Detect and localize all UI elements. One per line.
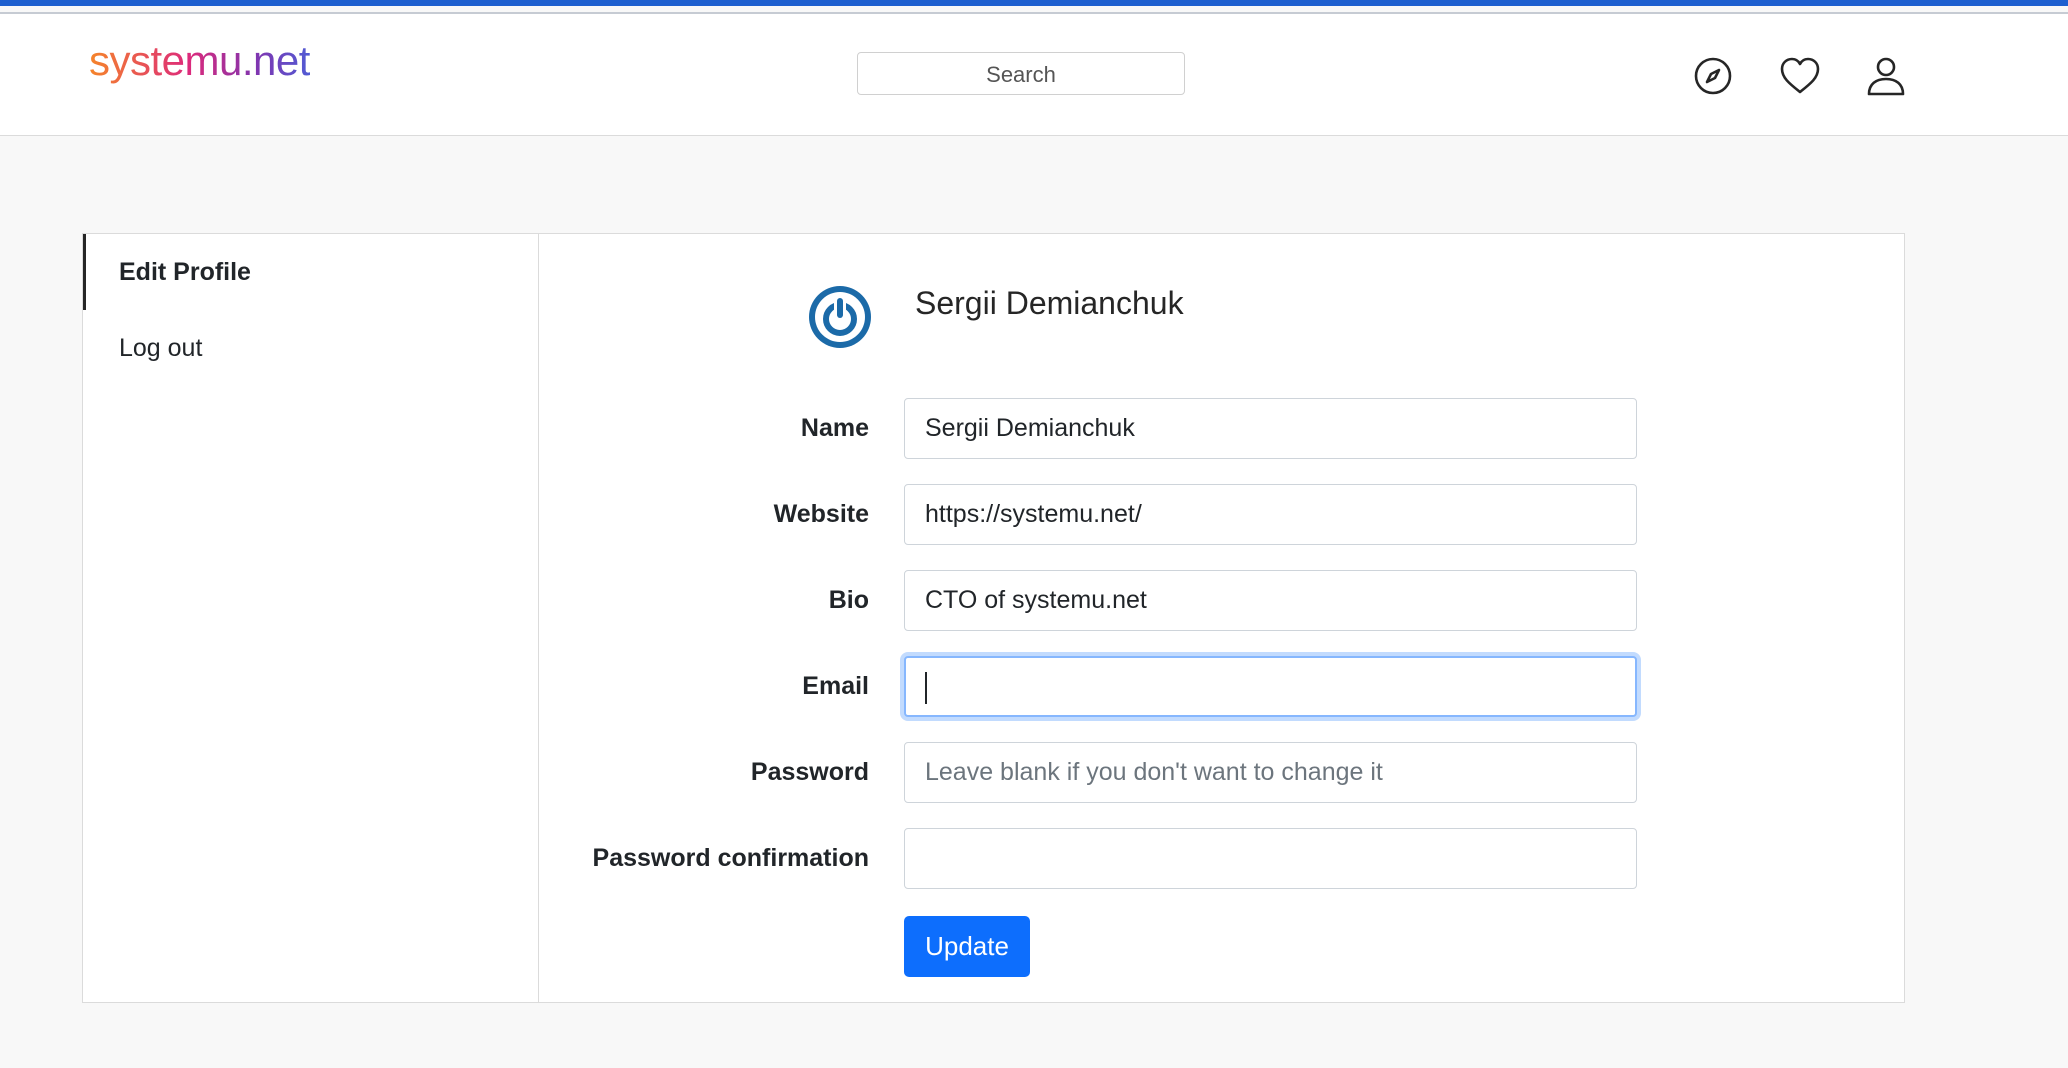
navbar: systemu.net Search [0,14,2068,136]
password-confirmation-label: Password confirmation [592,844,869,872]
user-icon[interactable] [1862,52,1910,100]
settings-card: Edit Profile Log out Sergii Demianchuk N… [82,233,1905,1003]
website-label: Website [773,500,869,528]
password-confirmation-field[interactable] [904,828,1637,889]
top-accent-bar [0,0,2068,6]
email-label: Email [802,672,869,700]
name-field[interactable]: Sergii Demianchuk [904,398,1637,459]
logo[interactable]: systemu.net [89,36,310,86]
email-field[interactable] [904,656,1637,717]
password-label: Password [750,758,869,786]
website-field[interactable]: https://systemu.net/ [904,484,1637,545]
bio-label: Bio [828,586,869,614]
sidebar-item-log-out[interactable]: Log out [83,310,538,386]
text-caret [925,672,927,705]
password-field[interactable]: Leave blank if you don't want to change … [904,742,1637,803]
profile-display-name: Sergii Demianchuk [915,285,1184,321]
heart-icon[interactable] [1776,52,1824,100]
compass-icon[interactable] [1689,52,1737,100]
search-input[interactable]: Search [857,52,1185,95]
settings-sidebar: Edit Profile Log out [83,234,539,1002]
update-button[interactable]: Update [904,916,1030,977]
power-icon [809,286,871,348]
bio-field[interactable]: CTO of systemu.net [904,570,1637,631]
avatar[interactable] [808,285,872,349]
sidebar-item-edit-profile[interactable]: Edit Profile [83,234,538,310]
name-label: Name [800,414,869,442]
